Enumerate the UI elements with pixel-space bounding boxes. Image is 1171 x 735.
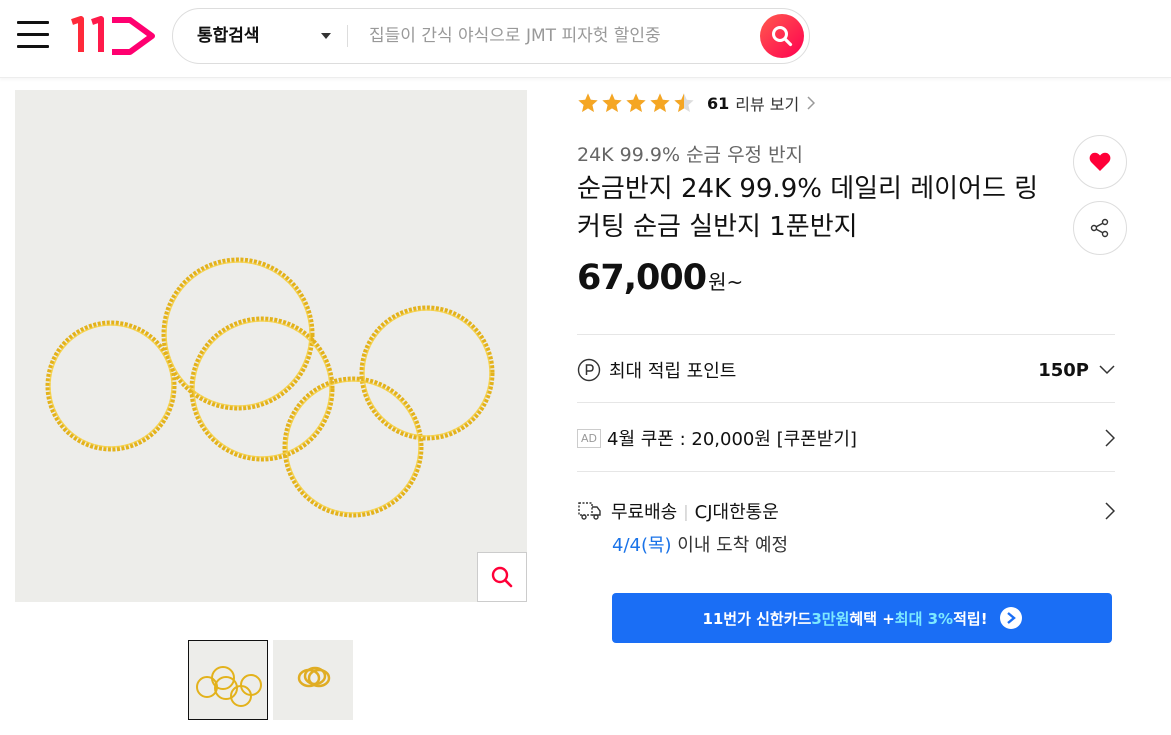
chevron-right-icon	[807, 96, 816, 110]
shipping-chevron[interactable]	[1105, 502, 1115, 520]
points-label: 최대 적립 포인트	[609, 361, 737, 382]
promo-highlight-1: 3만원	[811, 609, 850, 628]
shipping-row[interactable]: 무료배송 | CJ대한통운	[577, 495, 1115, 527]
top-header: 통합검색	[0, 0, 1171, 78]
chevron-right-icon	[1105, 502, 1115, 520]
search-icon	[772, 26, 793, 47]
caret-down-icon[interactable]	[321, 33, 331, 39]
search-divider	[347, 25, 348, 47]
star-icon	[578, 93, 598, 112]
coupon-row[interactable]: AD 4월 쿠폰 : 20,000원 [쿠폰받기]	[577, 420, 1115, 456]
divider	[577, 334, 1115, 335]
eta-date: 4/4(목)	[612, 535, 672, 556]
share-icon	[1090, 218, 1109, 238]
zoom-button[interactable]	[477, 552, 527, 602]
promo-text-2: 혜택 +	[849, 609, 895, 628]
search-category-select[interactable]: 통합검색	[197, 9, 260, 63]
card-promo-banner[interactable]: 11번가 신한카드 3만원 혜택 + 최대 3% 적립!	[612, 593, 1112, 643]
points-value-group[interactable]: 150P	[1038, 360, 1115, 381]
promo-highlight-2: 최대 3%	[894, 609, 954, 628]
rating-row[interactable]: 61 리뷰 보기	[577, 90, 816, 116]
promo-text-3: 적립!	[953, 609, 988, 628]
hamburger-icon[interactable]	[17, 21, 49, 49]
search-input[interactable]	[369, 19, 749, 53]
product-title: 순금반지 24K 99.9% 데일리 레이어드 링 커팅 순금 실반지 1푼반지	[577, 174, 1039, 242]
courier-name: CJ대한통운	[694, 502, 779, 523]
star-icon	[650, 93, 670, 112]
arrow-right-icon	[999, 607, 1022, 629]
thumbnail-2[interactable]	[273, 640, 353, 720]
star-icon	[674, 93, 694, 112]
search-bar: 통합검색	[172, 8, 810, 64]
chevron-down-icon	[1099, 365, 1115, 375]
price-unit: 원~	[708, 270, 744, 294]
review-count: 61	[707, 93, 730, 113]
points-value: 150P	[1038, 359, 1089, 381]
search-button[interactable]	[760, 14, 804, 58]
separator: |	[683, 501, 689, 521]
ad-badge: AD	[577, 428, 601, 448]
heart-icon	[1089, 152, 1111, 171]
wishlist-button[interactable]	[1073, 135, 1127, 189]
rating-stars	[577, 92, 695, 114]
review-link[interactable]: 리뷰 보기	[735, 91, 799, 115]
promo-text-1: 11번가 신한카드	[702, 609, 812, 628]
product-main-image[interactable]	[15, 90, 527, 602]
delivery-eta: 4/4(목) 이내 도착 예정	[612, 531, 788, 557]
price: 67,000 원~	[577, 258, 743, 308]
coupon-chevron[interactable]	[1105, 429, 1115, 447]
divider	[577, 402, 1115, 403]
eta-text: 이내 도착 예정	[671, 535, 789, 556]
points-row[interactable]: 최대 적립 포인트 150P	[577, 352, 1115, 388]
truck-icon	[578, 502, 601, 520]
share-button[interactable]	[1073, 201, 1127, 255]
shipping-type: 무료배송	[611, 502, 678, 523]
product-subtitle: 24K 99.9% 순금 우정 반지	[577, 144, 804, 166]
point-icon	[577, 358, 601, 382]
chevron-right-icon	[1105, 429, 1115, 447]
coupon-text[interactable]: 4월 쿠폰 : 20,000원 [쿠폰받기]	[607, 425, 857, 451]
star-icon	[626, 93, 646, 112]
thumbnail-1[interactable]	[188, 640, 268, 720]
star-icon	[602, 93, 622, 112]
divider	[577, 471, 1115, 472]
zoom-icon	[491, 566, 513, 588]
price-amount: 67,000	[577, 258, 707, 298]
11st-logo[interactable]	[68, 16, 158, 56]
